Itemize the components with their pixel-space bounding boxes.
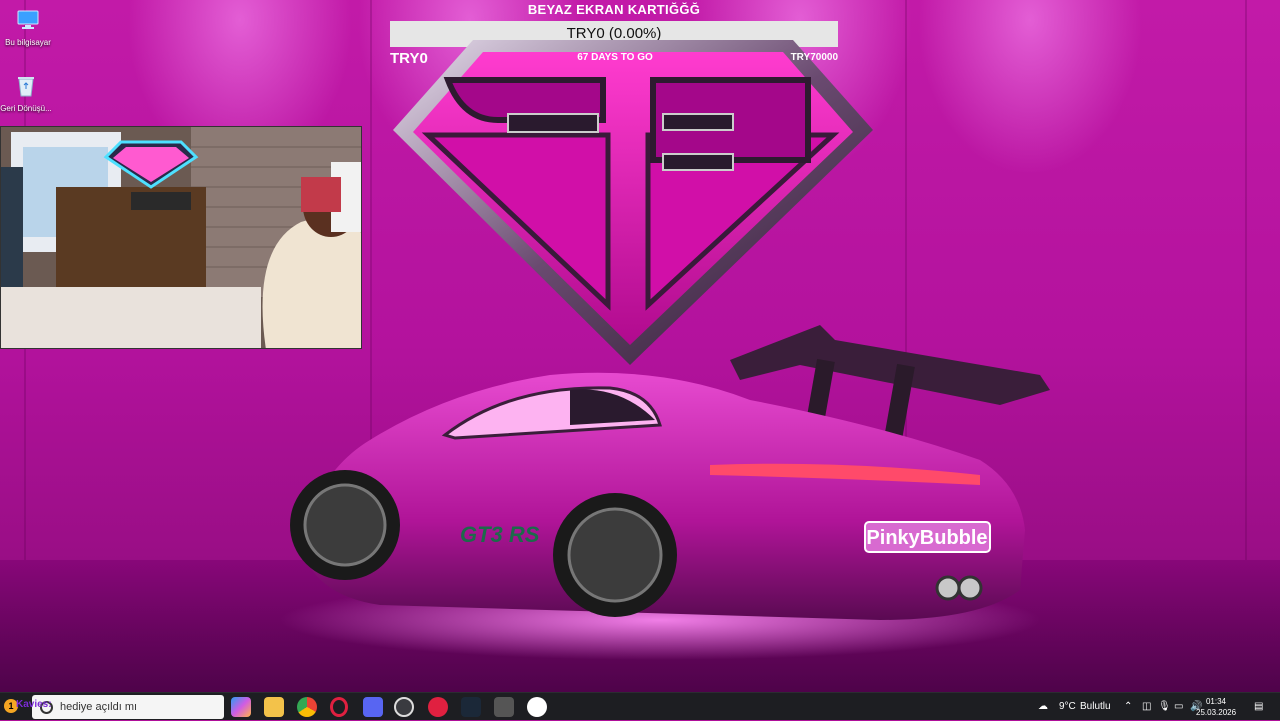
app-tray-icon[interactable]: ◫ [1142, 693, 1151, 721]
obs-icon[interactable] [394, 697, 414, 717]
microphone-icon[interactable]: 🎙 [1158, 693, 1171, 721]
panda-icon[interactable] [527, 697, 547, 717]
weather-icon[interactable]: ☁ [1038, 693, 1048, 721]
taskbar: 1 hediye açıldı mı Kavies: ☁ 9°C Bulutlu… [0, 692, 1280, 720]
chevron-up-icon[interactable]: ⌃ [1124, 693, 1132, 721]
goal-max-label: TRY70000 [790, 52, 838, 63]
notification-center-icon[interactable]: ▤ [1254, 693, 1263, 721]
goal-title: BEYAZ EKRAN KARTIĞĞĞ [527, 2, 701, 17]
weather-text[interactable]: Bulutlu [1080, 693, 1111, 721]
clock-time: 01:34 [1205, 697, 1227, 706]
desktop-icon-this-pc[interactable]: Bu bilgisayar [0, 8, 56, 48]
steam-icon[interactable] [461, 697, 481, 717]
wall-panel-line [1245, 0, 1247, 560]
computer-icon [17, 10, 39, 29]
license-plate-text: PinkyBubble [866, 527, 987, 549]
discord-icon[interactable] [363, 697, 383, 717]
app-icon[interactable] [494, 697, 514, 717]
chat-overlay-name: Kavies: [16, 699, 52, 710]
webcam-feed [0, 126, 362, 349]
file-explorer-icon[interactable] [264, 697, 284, 717]
copilot-icon[interactable] [231, 697, 251, 717]
desktop-icon-label: Geri Dönüşü... [0, 104, 52, 113]
network-icon[interactable]: ▭ [1174, 693, 1183, 721]
car-badge: GT3 RS [460, 522, 540, 547]
media-player-icon[interactable] [428, 697, 448, 717]
clock-date: 25.03.2026 [1196, 708, 1237, 717]
recycle-bin-icon [18, 77, 34, 97]
pink-porsche-car: PinkyBubble GT3 RS [280, 325, 1050, 660]
taskbar-search-box[interactable]: hediye açıldı mı [32, 695, 224, 719]
opera-gx-icon[interactable] [330, 697, 348, 717]
goal-min-label: TRY0 [390, 50, 428, 67]
clock[interactable]: 01:34 25.03.2026 [1196, 696, 1236, 718]
weather-temp[interactable]: 9°C [1059, 693, 1076, 721]
desktop-icon-recycle-bin[interactable]: Geri Dönüşü... [0, 74, 54, 114]
chrome-icon[interactable] [297, 697, 317, 717]
goal-days-left: 67 DAYS TO GO [577, 52, 653, 63]
search-text: hediye açıldı mı [60, 701, 138, 713]
desktop-icon-label: Bu bilgisayar [5, 38, 51, 47]
